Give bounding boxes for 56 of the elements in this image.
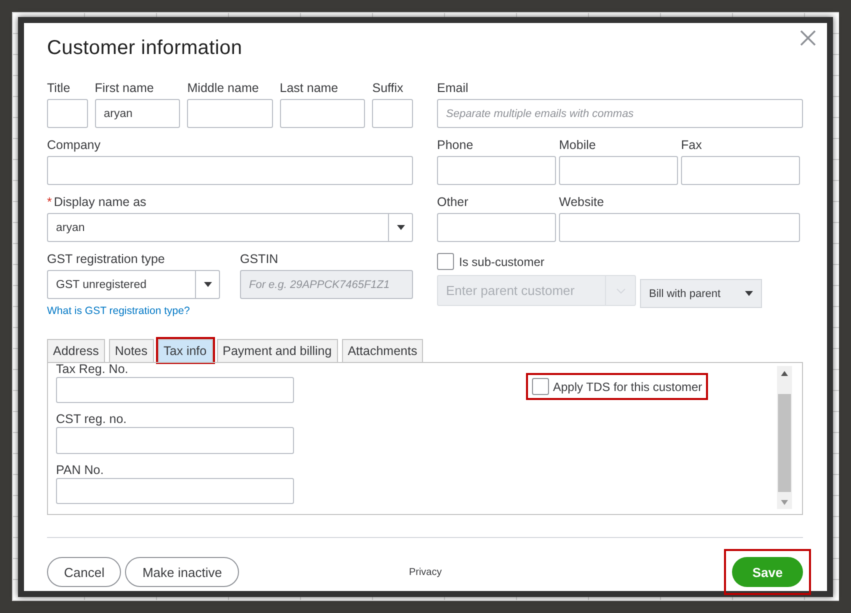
caret-icon bbox=[396, 225, 404, 230]
checkbox-label: Is sub-customer bbox=[459, 254, 544, 268]
field-label: First name bbox=[94, 82, 155, 94]
field-label: Email bbox=[437, 82, 470, 94]
field-label: Fax bbox=[681, 139, 703, 151]
text-field[interactable] bbox=[187, 99, 273, 128]
field-label: Suffix bbox=[372, 82, 404, 94]
field-label: Phone bbox=[437, 139, 474, 151]
text-field[interactable] bbox=[47, 156, 413, 185]
text-field[interactable] bbox=[280, 99, 366, 128]
display-name-select[interactable]: aryan bbox=[47, 213, 413, 242]
field-label: Last name bbox=[280, 82, 340, 94]
field-label: PAN No. bbox=[56, 464, 105, 476]
text-field[interactable] bbox=[56, 427, 294, 454]
text-field[interactable] bbox=[559, 156, 678, 185]
field-label: Title bbox=[47, 82, 72, 94]
dialog-title: Customer information bbox=[47, 37, 244, 60]
text-field[interactable] bbox=[56, 377, 294, 404]
field-label: Tax Reg. No. bbox=[56, 363, 130, 375]
scrollbar[interactable] bbox=[777, 366, 792, 509]
field-label: CST reg. no. bbox=[56, 413, 128, 426]
checkbox-label: Apply TDS for this customer bbox=[553, 380, 702, 394]
help-link[interactable]: What is GST registration type? bbox=[47, 305, 413, 317]
tab[interactable]: Tax info bbox=[158, 339, 213, 362]
field-label: Mobile bbox=[559, 139, 597, 151]
field-label: Website bbox=[559, 196, 605, 208]
text-field[interactable] bbox=[437, 213, 556, 242]
secondary-button[interactable]: Make inactive bbox=[125, 557, 239, 587]
close-icon[interactable] bbox=[799, 29, 817, 47]
bill-option-select[interactable]: Bill with parent bbox=[640, 279, 762, 308]
tab[interactable]: Payment and billing bbox=[216, 339, 338, 362]
text-field[interactable] bbox=[56, 478, 294, 504]
field-label: Other bbox=[437, 196, 470, 208]
secondary-button[interactable]: Cancel bbox=[47, 557, 122, 587]
field-label: GST registration type bbox=[47, 253, 166, 265]
field-label: * Display name as bbox=[47, 196, 148, 208]
gst-type-select[interactable]: GST unregistered bbox=[47, 270, 220, 299]
text-field[interactable] bbox=[559, 213, 800, 242]
text-field[interactable] bbox=[47, 99, 88, 128]
field-label: Middle name bbox=[187, 82, 260, 94]
text-field[interactable] bbox=[681, 156, 800, 185]
chevron-icon bbox=[616, 288, 626, 294]
caret-icon bbox=[204, 282, 212, 287]
field-label: GSTIN bbox=[240, 253, 280, 265]
text-field[interactable]: aryan bbox=[94, 99, 180, 128]
text-field[interactable] bbox=[437, 156, 556, 185]
tab[interactable]: Attachments bbox=[342, 339, 424, 362]
privacy-link[interactable]: Privacy bbox=[408, 566, 442, 578]
tab[interactable]: Address bbox=[47, 339, 105, 362]
checkbox[interactable] bbox=[437, 253, 454, 270]
tab[interactable]: Notes bbox=[108, 339, 154, 362]
caret-icon bbox=[745, 291, 753, 296]
field-label: Company bbox=[47, 139, 102, 151]
text-field[interactable] bbox=[372, 99, 414, 128]
required-mark: * bbox=[47, 195, 52, 209]
checkbox[interactable] bbox=[532, 378, 549, 395]
